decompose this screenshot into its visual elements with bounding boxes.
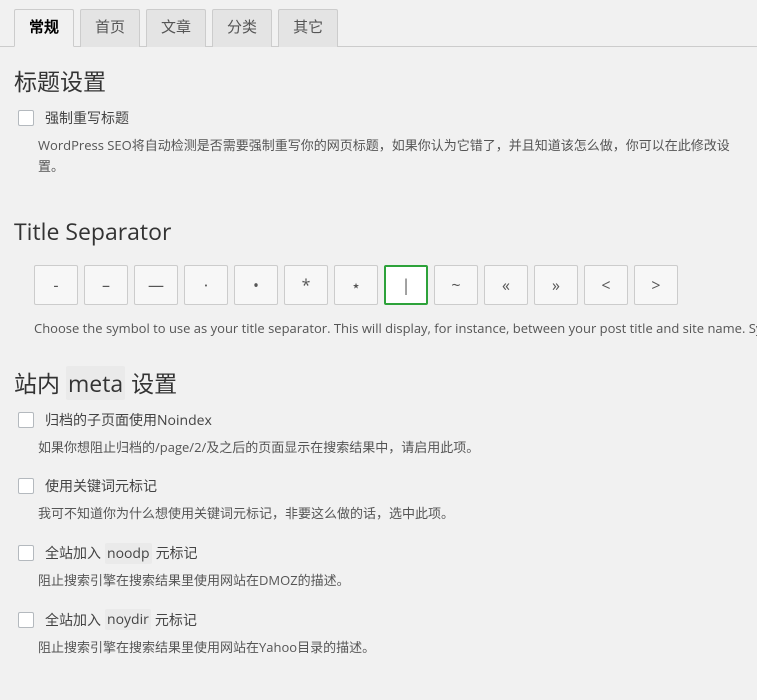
tab-2[interactable]: 文章 <box>146 9 206 47</box>
separator-option[interactable]: | <box>384 265 428 305</box>
tab-4[interactable]: 其它 <box>278 9 338 47</box>
meta-label-1: 使用关键词元标记 <box>45 476 157 496</box>
title-settings-heading: 标题设置 <box>14 63 743 97</box>
separator-option[interactable]: ~ <box>434 265 478 305</box>
separator-option[interactable]: * <box>284 265 328 305</box>
separator-option[interactable]: > <box>634 265 678 305</box>
meta-desc-2: 阻止搜索引擎在搜索结果里使用网站在DMOZ的描述。 <box>38 570 743 591</box>
tab-1[interactable]: 首页 <box>80 9 140 47</box>
separator-option[interactable]: · <box>184 265 228 305</box>
tab-3[interactable]: 分类 <box>212 9 272 47</box>
meta-desc-1: 我可不知道你为什么想使用关键词元标记，非要这么做的话，选中此项。 <box>38 503 743 524</box>
meta-code-chip: noydir <box>105 609 151 630</box>
separator-option[interactable]: — <box>134 265 178 305</box>
meta-code-chip: meta <box>66 366 125 400</box>
meta-desc-0: 如果你想阻止归档的/page/2/及之后的页面显示在搜索结果中，请启用此项。 <box>38 437 743 458</box>
tabs: 常规首页文章分类其它 <box>0 0 757 47</box>
force-rewrite-desc: WordPress SEO将自动检测是否需要强制重写你的网页标题，如果你认为它错… <box>38 135 743 177</box>
separator-heading: Title Separator <box>14 215 743 247</box>
meta-code-chip: noodp <box>105 543 152 564</box>
force-rewrite-checkbox[interactable] <box>18 110 34 126</box>
separator-option[interactable]: – <box>84 265 128 305</box>
meta-label-2: 全站加入noodp元标记 <box>45 543 198 564</box>
separator-options: -–—·•*⋆|~«»<> <box>34 265 743 305</box>
separator-option[interactable]: « <box>484 265 528 305</box>
separator-option[interactable]: » <box>534 265 578 305</box>
meta-label-3: 全站加入noydir元标记 <box>45 609 197 630</box>
meta-label-0: 归档的子页面使用Noindex <box>45 410 212 430</box>
meta-checkbox-3[interactable] <box>18 612 34 628</box>
force-rewrite-label: 强制重写标题 <box>45 108 129 128</box>
meta-checkbox-2[interactable] <box>18 545 34 561</box>
separator-help: Choose the symbol to use as your title s… <box>34 319 743 337</box>
meta-checkbox-1[interactable] <box>18 478 34 494</box>
separator-option[interactable]: < <box>584 265 628 305</box>
meta-desc-3: 阻止搜索引擎在搜索结果里使用网站在Yahoo目录的描述。 <box>38 637 743 658</box>
tab-0[interactable]: 常规 <box>14 9 74 47</box>
meta-checkbox-0[interactable] <box>18 412 34 428</box>
separator-option[interactable]: • <box>234 265 278 305</box>
separator-option[interactable]: - <box>34 265 78 305</box>
separator-option[interactable]: ⋆ <box>334 265 378 305</box>
meta-settings-heading: 站内 meta 设置 <box>14 365 743 399</box>
